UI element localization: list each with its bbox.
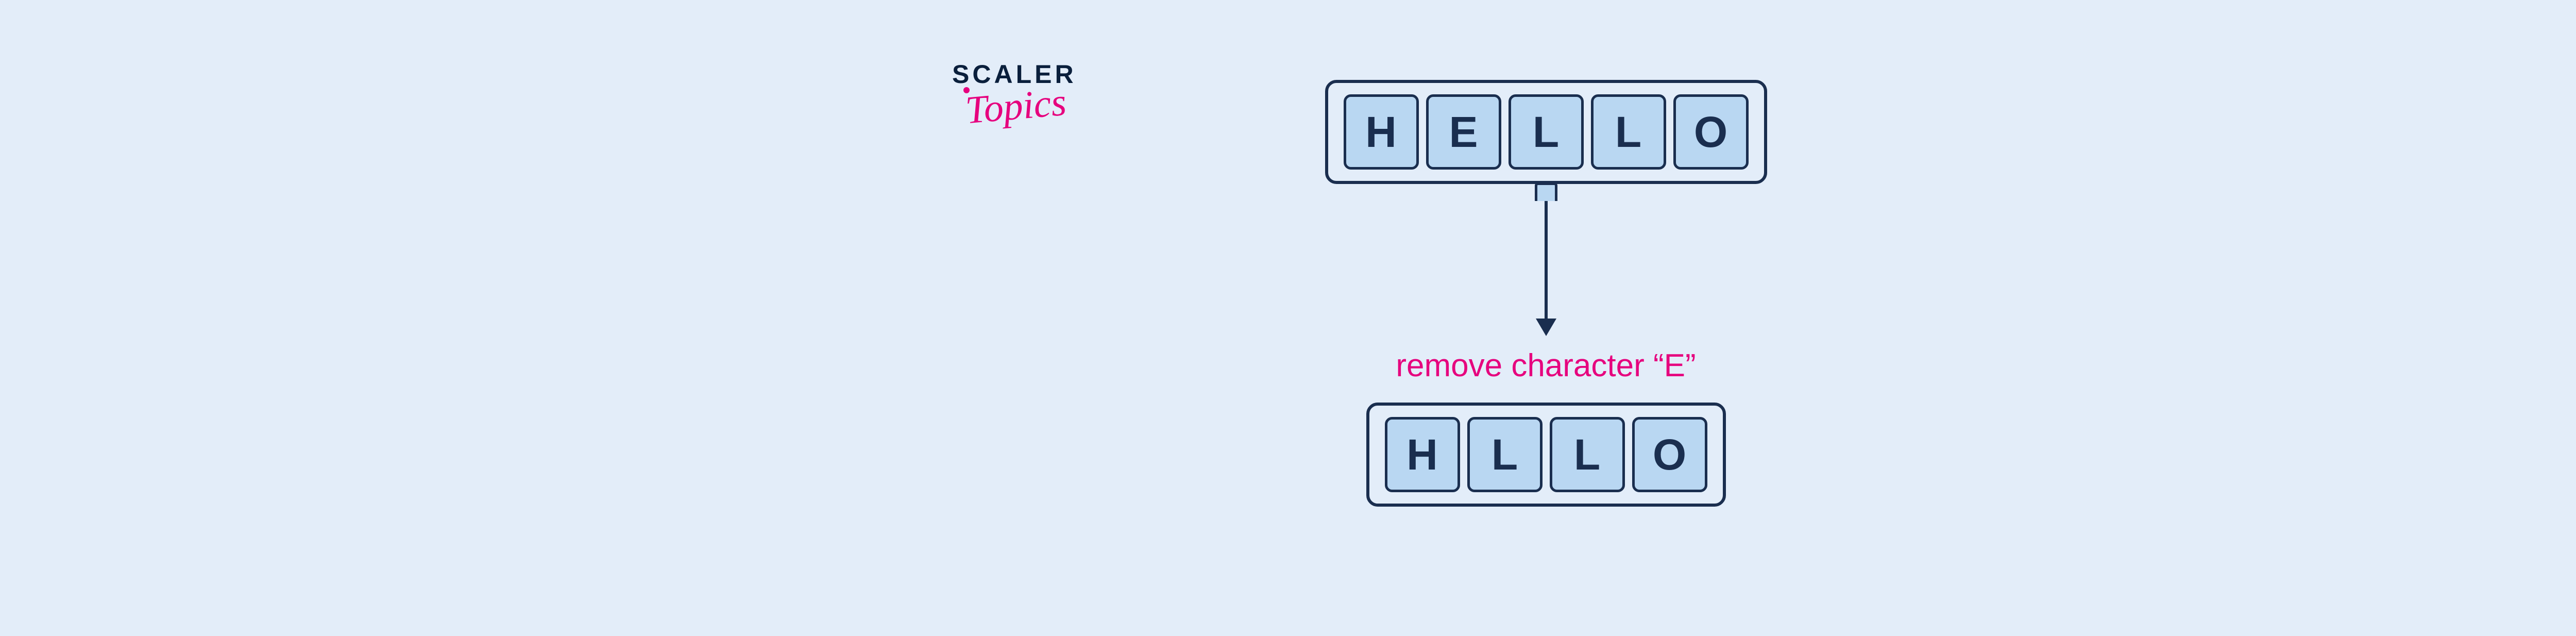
action-label: remove character “E”: [1396, 347, 1696, 384]
char-cell: O: [1632, 417, 1707, 492]
char-cell: H: [1344, 94, 1419, 170]
logo-sub-text: Topics: [964, 80, 1069, 133]
char-cell: O: [1673, 94, 1749, 170]
arrow-down-icon: [1535, 182, 1557, 336]
char-cell: L: [1591, 94, 1666, 170]
char-cell: L: [1509, 94, 1584, 170]
output-string-box: H L L O: [1366, 403, 1726, 507]
char-cell: L: [1467, 417, 1543, 492]
char-cell: H: [1385, 417, 1460, 492]
char-cell: E: [1426, 94, 1501, 170]
string-diagram: H E L L O remove character “E” H L L O: [1325, 80, 1767, 507]
char-cell: L: [1550, 417, 1625, 492]
scaler-topics-logo: SCALER Topics: [952, 59, 1077, 129]
input-string-box: H E L L O: [1325, 80, 1767, 184]
